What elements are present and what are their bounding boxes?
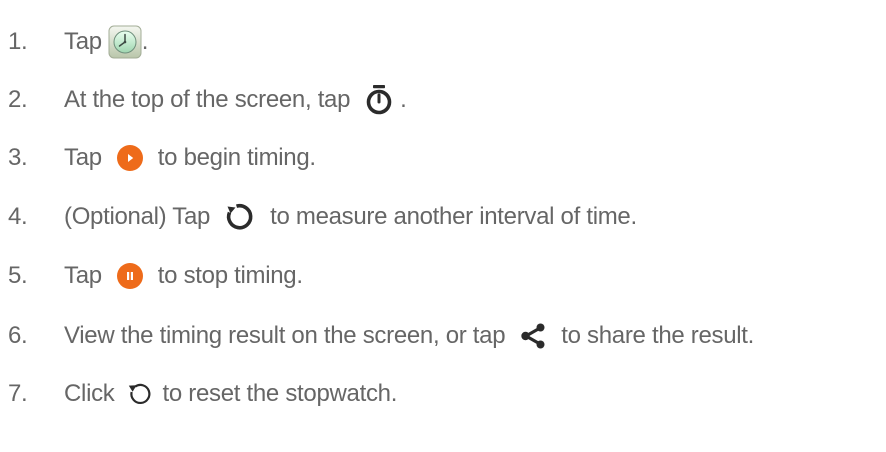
- stopwatch-instructions: 1. Tap . 2. At the top of the screen, ta…: [8, 0, 878, 452]
- step-text-after: .: [141, 28, 149, 55]
- step-text-after: to stop timing.: [157, 262, 303, 289]
- share-icon: [519, 322, 547, 350]
- step-number: 6.: [8, 322, 28, 349]
- step-2: 2. At the top of the screen, tap .: [8, 80, 407, 120]
- lap-icon: [224, 201, 256, 233]
- step-text-before: View the timing result on the screen, or…: [64, 322, 506, 349]
- step-6: 6. View the timing result on the screen,…: [8, 316, 754, 356]
- step-4: 4. (Optional) Tap to measure another int…: [8, 197, 637, 237]
- step-text-after: to reset the stopwatch.: [162, 380, 398, 407]
- step-number: 4.: [8, 203, 28, 230]
- step-number: 1.: [8, 28, 28, 55]
- step-number: 7.: [8, 380, 28, 407]
- step-text-before: (Optional) Tap: [64, 203, 211, 230]
- step-text-after: to share the result.: [561, 322, 755, 349]
- step-number: 3.: [8, 144, 28, 171]
- step-3: 3. Tap to begin timing.: [8, 138, 316, 178]
- step-text-after: .: [400, 86, 407, 113]
- clock-app-icon: [108, 25, 142, 59]
- pause-button-icon: [116, 262, 144, 290]
- step-text-before: Tap: [64, 262, 102, 289]
- step-7: 7. Click to reset the stopwatch.: [8, 374, 397, 414]
- stopwatch-icon: [364, 84, 394, 116]
- step-text-before: At the top of the screen, tap: [64, 86, 351, 113]
- reset-icon: [127, 381, 153, 407]
- step-text-before: Click: [64, 380, 115, 407]
- step-1: 1. Tap .: [8, 22, 148, 62]
- start-button-icon: [116, 144, 144, 172]
- step-text-before: Tap: [64, 144, 102, 171]
- step-number: 2.: [8, 86, 28, 113]
- step-text-after: to begin timing.: [157, 144, 316, 171]
- step-text-after: to measure another interval of time.: [270, 203, 637, 230]
- step-5: 5. Tap to stop timing.: [8, 256, 303, 296]
- step-text-before: Tap: [64, 28, 102, 55]
- step-number: 5.: [8, 262, 28, 289]
